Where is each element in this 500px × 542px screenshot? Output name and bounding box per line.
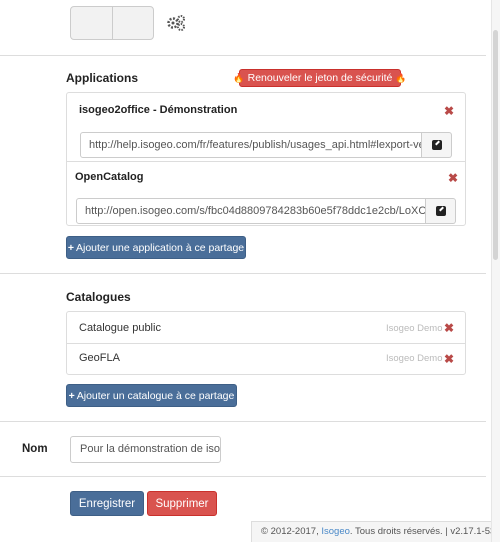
delete-button[interactable]: Supprimer (147, 491, 217, 516)
divider (0, 273, 486, 274)
remove-catalog-icon[interactable]: ✖ (444, 353, 454, 365)
scrollbar-thumb[interactable] (493, 30, 498, 260)
remove-application-icon[interactable]: ✖ (448, 172, 458, 184)
catalog-item: GeoFLA Isogeo Demo ✖ (67, 343, 465, 374)
plus-icon: + (67, 241, 74, 254)
catalogs-heading: Catalogues (66, 290, 131, 304)
plus-icon: + (68, 389, 75, 402)
catalog-item: Catalogue public Isogeo Demo ✖ (67, 312, 465, 344)
footer-rights: . Tous droits réservés. | v2.17.1-530 (349, 526, 500, 537)
catalogs-list: Catalogue public Isogeo Demo ✖ GeoFLA Is… (66, 311, 466, 375)
external-link-icon (431, 140, 442, 150)
external-link-icon (435, 206, 446, 216)
toolbar-empty-button[interactable] (71, 7, 112, 39)
open-url-button[interactable] (426, 198, 456, 224)
name-label: Nom (22, 443, 48, 455)
remove-application-icon[interactable]: ✖ (444, 105, 454, 117)
footer: © 2012-2017, Isogeo. Tous droits réservé… (251, 521, 500, 542)
footer-isogeo-link[interactable]: Isogeo (321, 526, 350, 537)
application-title: OpenCatalog (75, 171, 144, 183)
renew-token-label: Renouveler le jeton de sécurité (247, 72, 393, 84)
flame-icon: 🔥 (395, 72, 407, 83)
gears-icon (167, 15, 185, 31)
application-item: isogeo2office - Démonstration ✖ http://h… (67, 93, 465, 162)
add-catalog-button[interactable]: + Ajouter un catalogue à ce partage (66, 384, 237, 407)
settings-button[interactable] (113, 7, 185, 39)
toolbar-button-group (70, 6, 185, 40)
divider (0, 55, 486, 56)
application-url-field[interactable]: http://open.isogeo.com/s/fbc04d880978428… (76, 198, 426, 224)
renew-token-button[interactable]: 🔥 Renouveler le jeton de sécurité 🔥 (233, 69, 407, 87)
catalog-owner: Isogeo Demo (386, 353, 443, 364)
name-input[interactable]: Pour la démonstration de isogeo2office (70, 436, 221, 463)
add-catalog-label: Ajouter un catalogue à ce partage (76, 389, 235, 402)
add-application-button[interactable]: + Ajouter une application à ce partage (66, 236, 246, 259)
footer-copyright: © 2012-2017, (261, 526, 322, 537)
save-button[interactable]: Enregistrer (70, 491, 144, 516)
application-item: OpenCatalog ✖ http://open.isogeo.com/s/f… (67, 161, 465, 225)
open-url-button[interactable] (422, 132, 452, 158)
catalog-name: GeoFLA (79, 352, 120, 364)
divider (0, 421, 486, 422)
applications-list: isogeo2office - Démonstration ✖ http://h… (66, 92, 466, 226)
catalog-owner: Isogeo Demo (386, 323, 443, 334)
add-application-label: Ajouter une application à ce partage (76, 241, 245, 254)
flame-icon: 🔥 (233, 72, 245, 83)
divider (0, 476, 486, 477)
applications-heading: Applications (66, 71, 139, 85)
application-title: isogeo2office - Démonstration (79, 104, 238, 116)
catalog-name: Catalogue public (79, 322, 161, 334)
application-url-field[interactable]: http://help.isogeo.com/fr/features/publi… (80, 132, 422, 158)
remove-catalog-icon[interactable]: ✖ (444, 322, 454, 334)
